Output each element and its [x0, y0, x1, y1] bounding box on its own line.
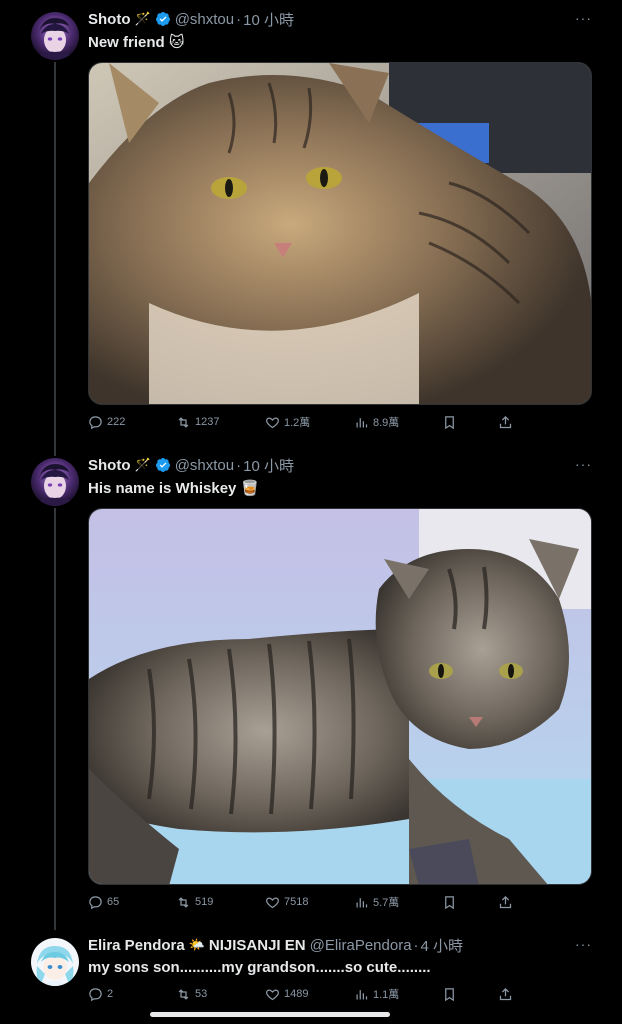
repost-count: 53: [195, 988, 208, 1000]
tweet-actions: 65 519 7518 5.7萬: [88, 892, 518, 912]
tweet-text: His name is Whiskey 🥃: [88, 480, 260, 497]
repost-icon: [178, 416, 189, 428]
tweet-header: Elira Pendora 🌤️ NIJISANJI EN @EliraPend…: [88, 934, 602, 956]
name-emoji: 🌤️: [188, 937, 205, 952]
like-button[interactable]: 1489: [265, 987, 308, 1002]
repost-button[interactable]: 53: [176, 987, 207, 1002]
timestamp[interactable]: 4 小時: [421, 935, 464, 956]
home-indicator[interactable]: [150, 1012, 390, 1017]
share-button[interactable]: [498, 415, 513, 430]
views-button[interactable]: 1.1萬: [354, 986, 399, 1002]
like-button[interactable]: 7518: [265, 895, 308, 910]
tweet-actions: 222 1237 1.2萬 8.9萬: [88, 412, 518, 432]
view-count: 8.9萬: [373, 417, 400, 429]
views-button[interactable]: 5.7萬: [354, 894, 399, 910]
repost-icon: [178, 896, 189, 908]
name-emoji: 🪄: [134, 11, 151, 26]
bookmark-icon: [445, 415, 454, 429]
handle[interactable]: @shxtou: [175, 457, 234, 474]
reply-count: 65: [107, 896, 120, 908]
repost-count: 519: [195, 896, 214, 908]
avatar[interactable]: [31, 458, 79, 506]
bookmark-icon: [445, 895, 454, 909]
bookmark-button[interactable]: [442, 987, 457, 1002]
tweet-1[interactable]: Shoto 🪄 @shxtou · 10 小時 ··· New friend 🐱: [0, 0, 622, 445]
tweet-3[interactable]: Elira Pendora 🌤️ NIJISANJI EN @EliraPend…: [0, 926, 622, 1012]
like-count: 1489: [284, 988, 309, 1000]
bookmark-icon: [445, 987, 454, 1001]
timestamp[interactable]: 10 小時: [243, 455, 294, 476]
tweet-text: my sons son..........my grandson.......s…: [88, 959, 431, 976]
tweet-text: New friend 🐱: [88, 34, 185, 51]
analytics-icon: [356, 989, 368, 999]
tweet-header: Shoto 🪄 @shxtou · 10 小時: [88, 8, 602, 30]
display-name[interactable]: Shoto: [88, 457, 131, 474]
separator-dot: ·: [236, 456, 242, 474]
share-icon: [499, 415, 512, 428]
repost-button[interactable]: 519: [176, 895, 213, 910]
tweet-photo[interactable]: [88, 62, 592, 405]
like-count: 7518: [284, 896, 309, 908]
reply-count: 2: [107, 988, 114, 1000]
like-count: 1.2萬: [284, 417, 311, 429]
like-button[interactable]: 1.2萬: [265, 414, 310, 430]
more-options-icon[interactable]: ···: [575, 456, 592, 472]
bookmark-button[interactable]: [442, 895, 457, 910]
timestamp[interactable]: 10 小時: [243, 9, 294, 30]
tweet-photo[interactable]: [88, 508, 592, 885]
handle[interactable]: @shxtou: [175, 11, 234, 28]
reply-icon: [89, 987, 102, 1001]
analytics-icon: [356, 417, 368, 427]
share-button[interactable]: [498, 895, 513, 910]
handle[interactable]: @EliraPendora: [310, 937, 412, 954]
share-button[interactable]: [498, 987, 513, 1002]
view-count: 1.1萬: [373, 989, 400, 1001]
repost-button[interactable]: 1237: [176, 415, 219, 430]
reply-button[interactable]: 2: [88, 987, 113, 1002]
repost-count: 1237: [195, 416, 220, 428]
share-icon: [499, 895, 512, 908]
reply-button[interactable]: 222: [88, 415, 125, 430]
view-count: 5.7萬: [373, 897, 400, 909]
verified-badge-icon: [155, 458, 170, 472]
more-options-icon[interactable]: ···: [575, 936, 592, 952]
heart-icon: [266, 988, 279, 1000]
separator-dot: ·: [236, 10, 242, 28]
avatar[interactable]: [31, 12, 79, 60]
display-name[interactable]: Shoto: [88, 11, 131, 28]
reply-icon: [89, 895, 102, 909]
more-options-icon[interactable]: ···: [575, 10, 592, 26]
analytics-icon: [356, 897, 368, 907]
heart-icon: [266, 416, 279, 428]
views-button[interactable]: 8.9萬: [354, 414, 399, 430]
tweet-actions: 2 53 1489 1.1萬: [88, 984, 518, 1004]
separator-dot: ·: [413, 936, 419, 954]
avatar[interactable]: [31, 938, 79, 986]
repost-icon: [178, 988, 189, 1000]
bookmark-button[interactable]: [442, 415, 457, 430]
display-name[interactable]: Elira Pendora: [88, 937, 185, 954]
org-name: NIJISANJI EN: [208, 936, 306, 954]
reply-button[interactable]: 65: [88, 895, 119, 910]
heart-icon: [266, 896, 279, 908]
share-icon: [499, 987, 512, 1000]
name-emoji: 🪄: [134, 457, 151, 472]
tweet-header: Shoto 🪄 @shxtou · 10 小時: [88, 454, 602, 476]
tweet-2[interactable]: Shoto 🪄 @shxtou · 10 小時 ··· His name is …: [0, 446, 622, 926]
reply-icon: [89, 415, 102, 429]
verified-badge-icon: [155, 12, 170, 26]
reply-count: 222: [107, 416, 126, 428]
